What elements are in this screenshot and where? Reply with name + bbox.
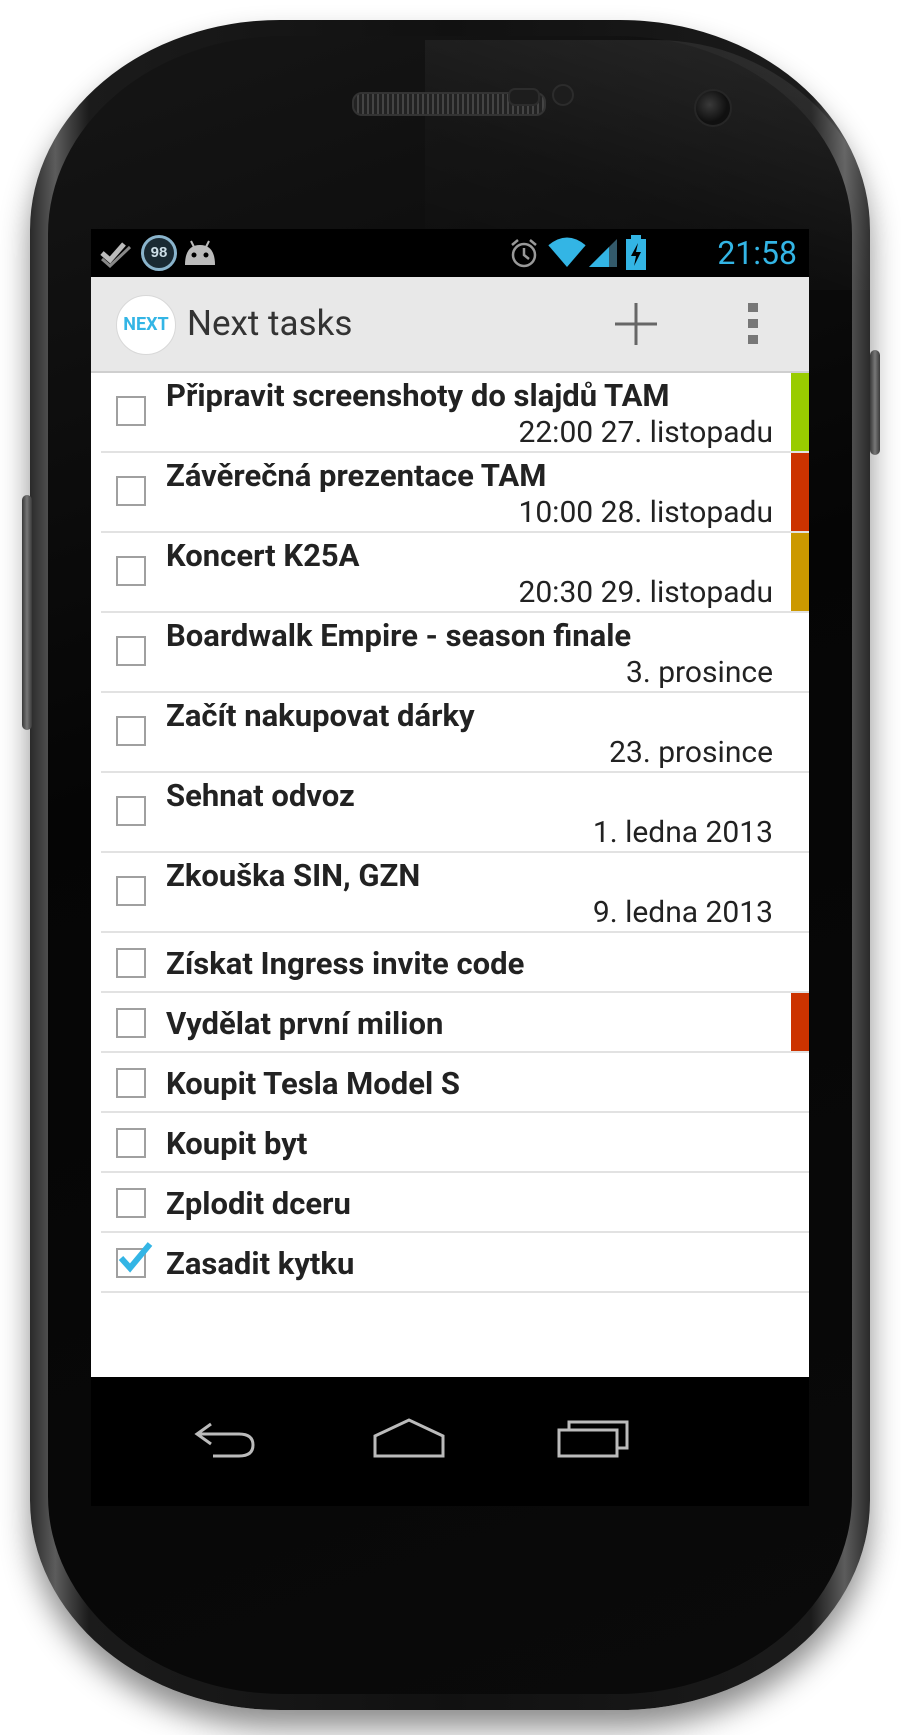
task-checkbox[interactable] [116,1242,153,1278]
task-checkbox[interactable] [116,636,146,666]
task-row[interactable]: Závěrečná prezentace TAM 10:00 28. listo… [91,453,809,533]
light-sensor [552,84,574,106]
screen: 98 21:58 NEXT Next tasks Připravit scree… [91,229,809,1506]
task-row[interactable]: Zkouška SIN, GZN 9. ledna 2013 [91,853,809,933]
task-name: Vydělat první milion [166,1005,444,1042]
signal-icon [589,239,617,267]
task-date: 9. ledna 2013 [592,895,773,930]
task-checkbox[interactable] [116,1068,146,1098]
task-checkbox[interactable] [116,948,146,978]
task-checkbox[interactable] [116,1008,146,1038]
task-row[interactable]: Boardwalk Empire - season finale 3. pros… [91,613,809,693]
volume-button [22,495,32,730]
task-row[interactable]: Koncert K25A 20:30 29. listopadu [91,533,809,613]
task-list: Připravit screenshoty do slajdů TAM 22:0… [91,373,809,1378]
checkmark-icon [118,1242,153,1273]
clock: 21:58 [717,234,797,272]
task-checkbox[interactable] [116,476,146,506]
task-checkbox[interactable] [116,716,146,746]
task-name: Boardwalk Empire - season finale [166,617,632,654]
task-date: 23. prosince [609,735,773,770]
task-row[interactable]: Zasadit kytku [91,1233,809,1293]
navigation-bar [91,1377,809,1506]
task-row[interactable]: Vydělat první milion [91,993,809,1053]
task-name: Zasadit kytku [166,1245,355,1282]
notification-count: 98 [150,244,168,261]
page-title: Next tasks [187,303,353,344]
home-icon[interactable] [371,1412,447,1462]
task-checkbox[interactable] [116,876,146,906]
add-icon[interactable] [611,299,661,349]
wifi-icon [548,237,586,267]
task-row[interactable]: Získat Ingress invite code [91,933,809,993]
battery-charging-icon [626,235,646,270]
task-date: 10:00 28. listopadu [518,495,773,530]
task-name: Připravit screenshoty do slajdů TAM [166,377,670,414]
task-checkbox[interactable] [116,556,146,586]
task-row[interactable]: Zplodit dceru [91,1173,809,1233]
app-logo[interactable]: NEXT [116,295,176,355]
priority-marker [791,373,809,451]
alarm-icon [511,239,537,268]
task-name: Závěrečná prezentace TAM [166,457,547,494]
task-row[interactable]: Připravit screenshoty do slajdů TAM 22:0… [91,373,809,453]
status-bar: 98 21:58 [91,229,809,277]
task-name: Zplodit dceru [166,1185,351,1222]
overflow-menu-icon[interactable] [743,299,763,349]
priority-marker [791,993,809,1051]
priority-marker [791,453,809,531]
task-name: Začít nakupovat dárky [166,697,475,734]
task-date: 3. prosince [626,655,773,690]
power-button [870,350,880,455]
action-bar: NEXT Next tasks [91,277,809,373]
task-name: Sehnat odvoz [166,777,355,814]
task-name: Koupit Tesla Model S [166,1065,460,1102]
task-checkbox[interactable] [116,1188,146,1218]
task-name: Koupit byt [166,1125,308,1162]
front-camera [694,89,732,127]
task-name: Koncert K25A [166,537,360,574]
recent-apps-icon[interactable] [555,1412,631,1462]
task-row[interactable]: Koupit Tesla Model S [91,1053,809,1113]
task-checkbox[interactable] [116,1128,146,1158]
task-row[interactable]: Koupit byt [91,1113,809,1173]
task-date: 1. ledna 2013 [592,815,773,850]
row-divider [101,1291,809,1293]
task-name: Získat Ingress invite code [166,945,525,982]
task-date: 20:30 29. listopadu [518,575,773,610]
task-checkbox[interactable] [116,396,146,426]
back-icon[interactable] [191,1412,261,1462]
task-name: Zkouška SIN, GZN [166,857,421,894]
notification-count-badge: 98 [141,235,177,271]
task-row[interactable]: Začít nakupovat dárky 23. prosince [91,693,809,773]
task-checkbox[interactable] [116,796,146,826]
foursquare-icon [100,242,132,269]
android-icon [185,240,215,265]
task-date: 22:00 27. listopadu [518,415,773,450]
task-row[interactable]: Sehnat odvoz 1. ledna 2013 [91,773,809,853]
priority-marker [791,533,809,611]
proximity-sensor [508,88,540,106]
